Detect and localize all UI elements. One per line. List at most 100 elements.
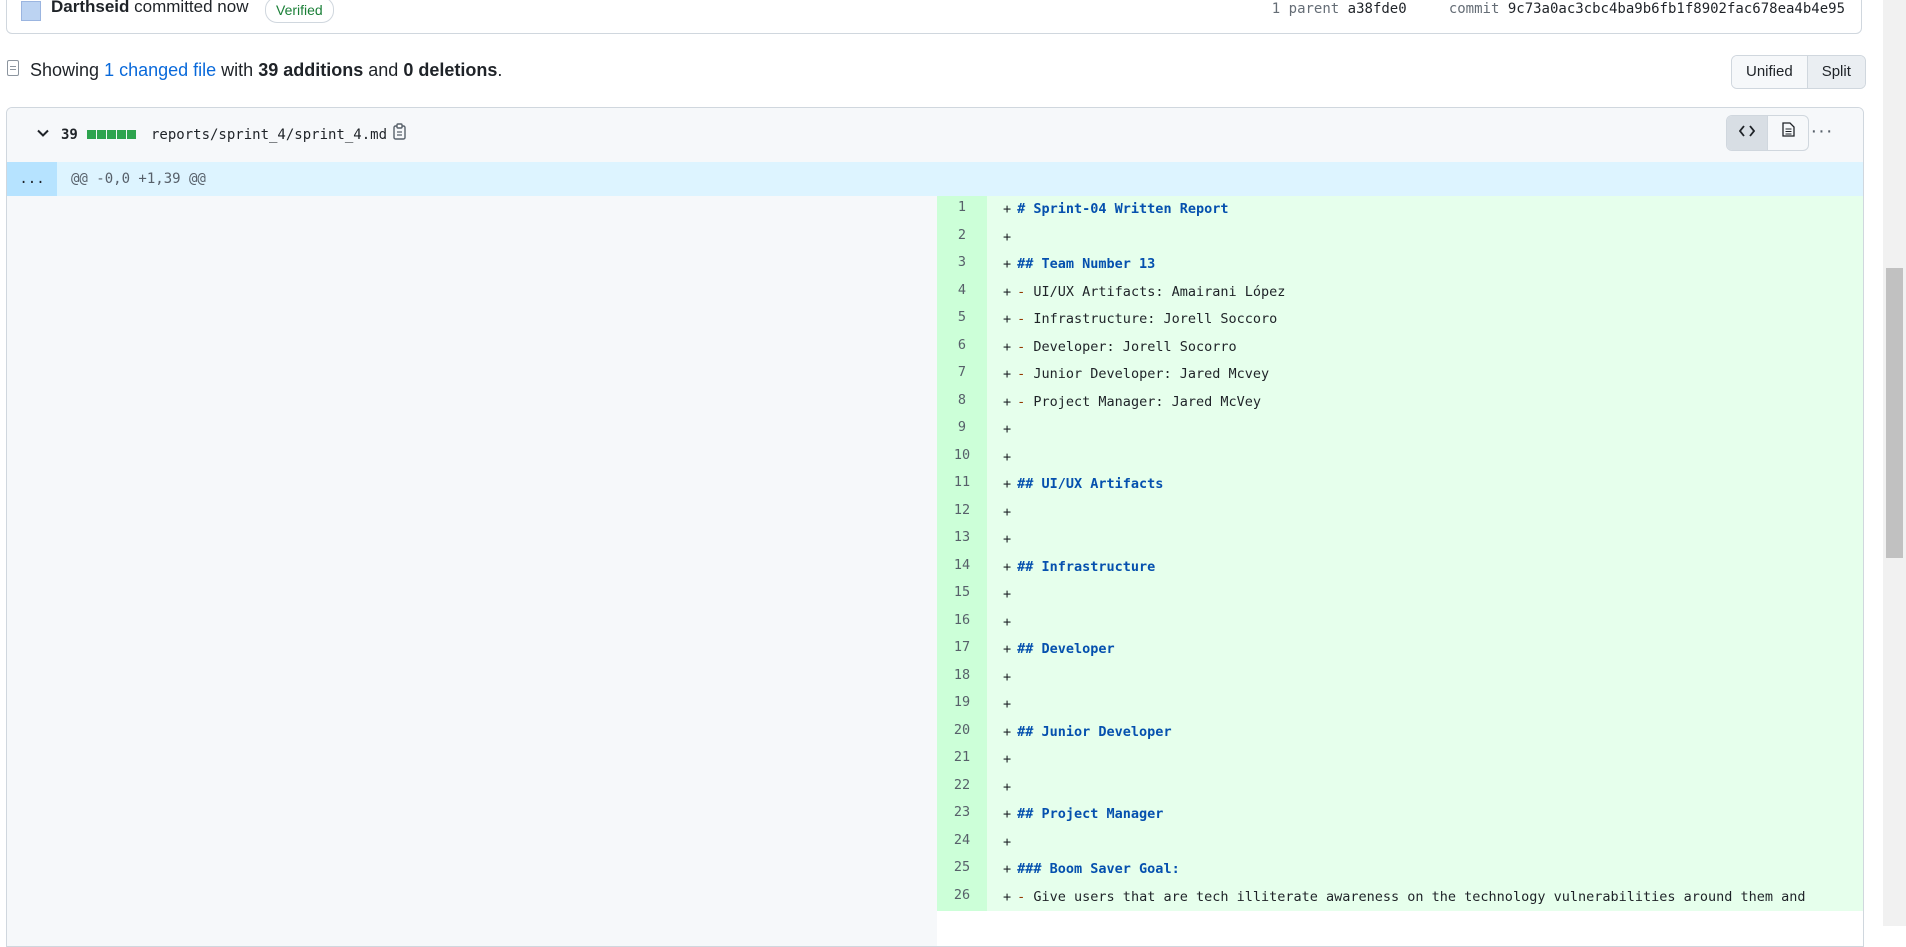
- line-code: +: [987, 608, 1863, 636]
- author-link[interactable]: Darthseid: [51, 0, 129, 16]
- file-diff-icon[interactable]: [7, 60, 19, 76]
- list-bullet: -: [1017, 888, 1034, 905]
- line-code: + - Developer: Jorell Socorro: [987, 333, 1863, 361]
- line-number[interactable]: 15: [937, 581, 987, 609]
- line-number[interactable]: 19: [937, 691, 987, 719]
- unified-button[interactable]: Unified: [1732, 56, 1807, 88]
- line-number[interactable]: 13: [937, 526, 987, 554]
- hunk-header: ... @@ -0,0 +1,39 @@: [7, 162, 1863, 196]
- line-number[interactable]: 21: [937, 746, 987, 774]
- line-code: +: [987, 663, 1863, 691]
- line-number[interactable]: 10: [937, 443, 987, 471]
- verified-badge[interactable]: Verified: [265, 0, 334, 23]
- addition-marker: +: [1003, 476, 1012, 492]
- more-options-icon[interactable]: ···: [1807, 120, 1837, 146]
- line-code: +: [987, 416, 1863, 444]
- line-code: +: [987, 498, 1863, 526]
- line-number[interactable]: 6: [937, 333, 987, 361]
- addition-marker: +: [1003, 283, 1012, 300]
- line-number[interactable]: 1: [937, 196, 987, 224]
- diff-line: 10 +: [937, 443, 1863, 471]
- diff-line: 15 +: [937, 581, 1863, 609]
- line-number[interactable]: 17: [937, 636, 987, 664]
- line-number[interactable]: 26: [937, 883, 987, 911]
- author-avatar[interactable]: [21, 1, 41, 21]
- line-code: +: [987, 828, 1863, 856]
- file-path-link[interactable]: reports/sprint_4/sprint_4.md: [151, 125, 387, 145]
- line-number[interactable]: 4: [937, 278, 987, 306]
- addition-marker: +: [1003, 696, 1012, 712]
- addition-marker: +: [1003, 448, 1012, 465]
- scrollbar-thumb[interactable]: [1886, 268, 1903, 558]
- diff-line: 3 + ## Team Number 13: [937, 251, 1863, 279]
- line-number[interactable]: 14: [937, 553, 987, 581]
- diff-line: 26 + - Give users that are tech illiterate…: [937, 883, 1863, 911]
- addition-marker: +: [1003, 613, 1012, 630]
- diff-line: 9 +: [937, 416, 1863, 444]
- line-code: +: [987, 773, 1863, 801]
- commit-author-line: Darthseid committed now: [51, 0, 248, 17]
- changed-files-link[interactable]: 1 changed file: [104, 60, 216, 80]
- line-code: +: [987, 443, 1863, 471]
- list-bullet: -: [1017, 366, 1034, 382]
- diff-line: 8 + - Project Manager: Jared McVey: [937, 388, 1863, 416]
- markdown-heading: ## Team Number 13: [1017, 256, 1156, 272]
- line-text: Junior Developer: Jared Mcvey: [1033, 366, 1270, 382]
- diff-line: 25 + ### Boom Saver Goal:: [937, 856, 1863, 884]
- diff-line: 12 +: [937, 498, 1863, 526]
- diffstat-block: [87, 130, 96, 139]
- addition-marker: +: [1003, 751, 1012, 767]
- parent-sha-link[interactable]: a38fde0: [1348, 1, 1407, 17]
- addition-marker: +: [1003, 393, 1012, 410]
- markdown-heading: ## Infrastructure: [1017, 558, 1156, 575]
- line-number[interactable]: 12: [937, 498, 987, 526]
- line-number[interactable]: 23: [937, 801, 987, 829]
- line-number[interactable]: 5: [937, 306, 987, 334]
- code-view-icon[interactable]: [1727, 116, 1767, 150]
- diffstat-block: [127, 130, 136, 139]
- line-number[interactable]: 8: [937, 388, 987, 416]
- line-number[interactable]: 22: [937, 773, 987, 801]
- diff-line: 16 +: [937, 608, 1863, 636]
- line-code: + ### Boom Saver Goal:: [987, 856, 1863, 884]
- line-number[interactable]: 2: [937, 223, 987, 251]
- rich-diff-icon[interactable]: [1767, 116, 1808, 150]
- addition-marker: +: [1003, 778, 1012, 795]
- line-code: + ## Project Manager: [987, 801, 1863, 829]
- line-code: + - Infrastructure: Jorell Soccoro: [987, 306, 1863, 334]
- line-number[interactable]: 20: [937, 718, 987, 746]
- line-code: + - Project Manager: Jared McVey: [987, 388, 1863, 416]
- chevron-down-icon[interactable]: [33, 125, 53, 145]
- diff-line: 2 +: [937, 223, 1863, 251]
- line-number[interactable]: 25: [937, 856, 987, 884]
- line-code: + ## Infrastructure: [987, 553, 1863, 581]
- list-bullet: -: [1017, 311, 1034, 327]
- addition-marker: +: [1003, 366, 1012, 382]
- line-number[interactable]: 11: [937, 471, 987, 499]
- addition-marker: +: [1003, 723, 1012, 740]
- markdown-heading: # Sprint-04 Written Report: [1017, 201, 1229, 217]
- parent-label: 1 parent: [1271, 1, 1340, 17]
- file-additions-count: 39: [61, 127, 78, 143]
- line-number[interactable]: 18: [937, 663, 987, 691]
- copy-path-icon[interactable]: [389, 123, 411, 145]
- line-text: Project Manager: Jared McVey: [1033, 393, 1261, 410]
- line-number[interactable]: 7: [937, 361, 987, 389]
- line-text: Infrastructure: Jorell Soccoro: [1033, 311, 1278, 327]
- split-button[interactable]: Split: [1806, 56, 1865, 88]
- commit-label: commit: [1448, 1, 1500, 17]
- line-number[interactable]: 9: [937, 416, 987, 444]
- added-side-lines: 1 + # Sprint-04 Written Report 2 +3 + ## Team …: [937, 196, 1863, 946]
- addition-marker: +: [1003, 833, 1012, 850]
- line-text: Developer: Jorell Socorro: [1033, 338, 1237, 355]
- diffstat-block: [117, 130, 126, 139]
- line-code: + - Junior Developer: Jared Mcvey: [987, 361, 1863, 389]
- line-number[interactable]: 16: [937, 608, 987, 636]
- line-number[interactable]: 24: [937, 828, 987, 856]
- file-diff: 39 reports/sprint_4/sprint_4.md ··· ... …: [6, 107, 1864, 947]
- diffstat-block: [97, 130, 106, 139]
- diff-line: 17 + ## Developer: [937, 636, 1863, 664]
- file-view-toggle: [1726, 115, 1809, 151]
- expand-lines-button[interactable]: ...: [7, 162, 57, 196]
- line-number[interactable]: 3: [937, 251, 987, 279]
